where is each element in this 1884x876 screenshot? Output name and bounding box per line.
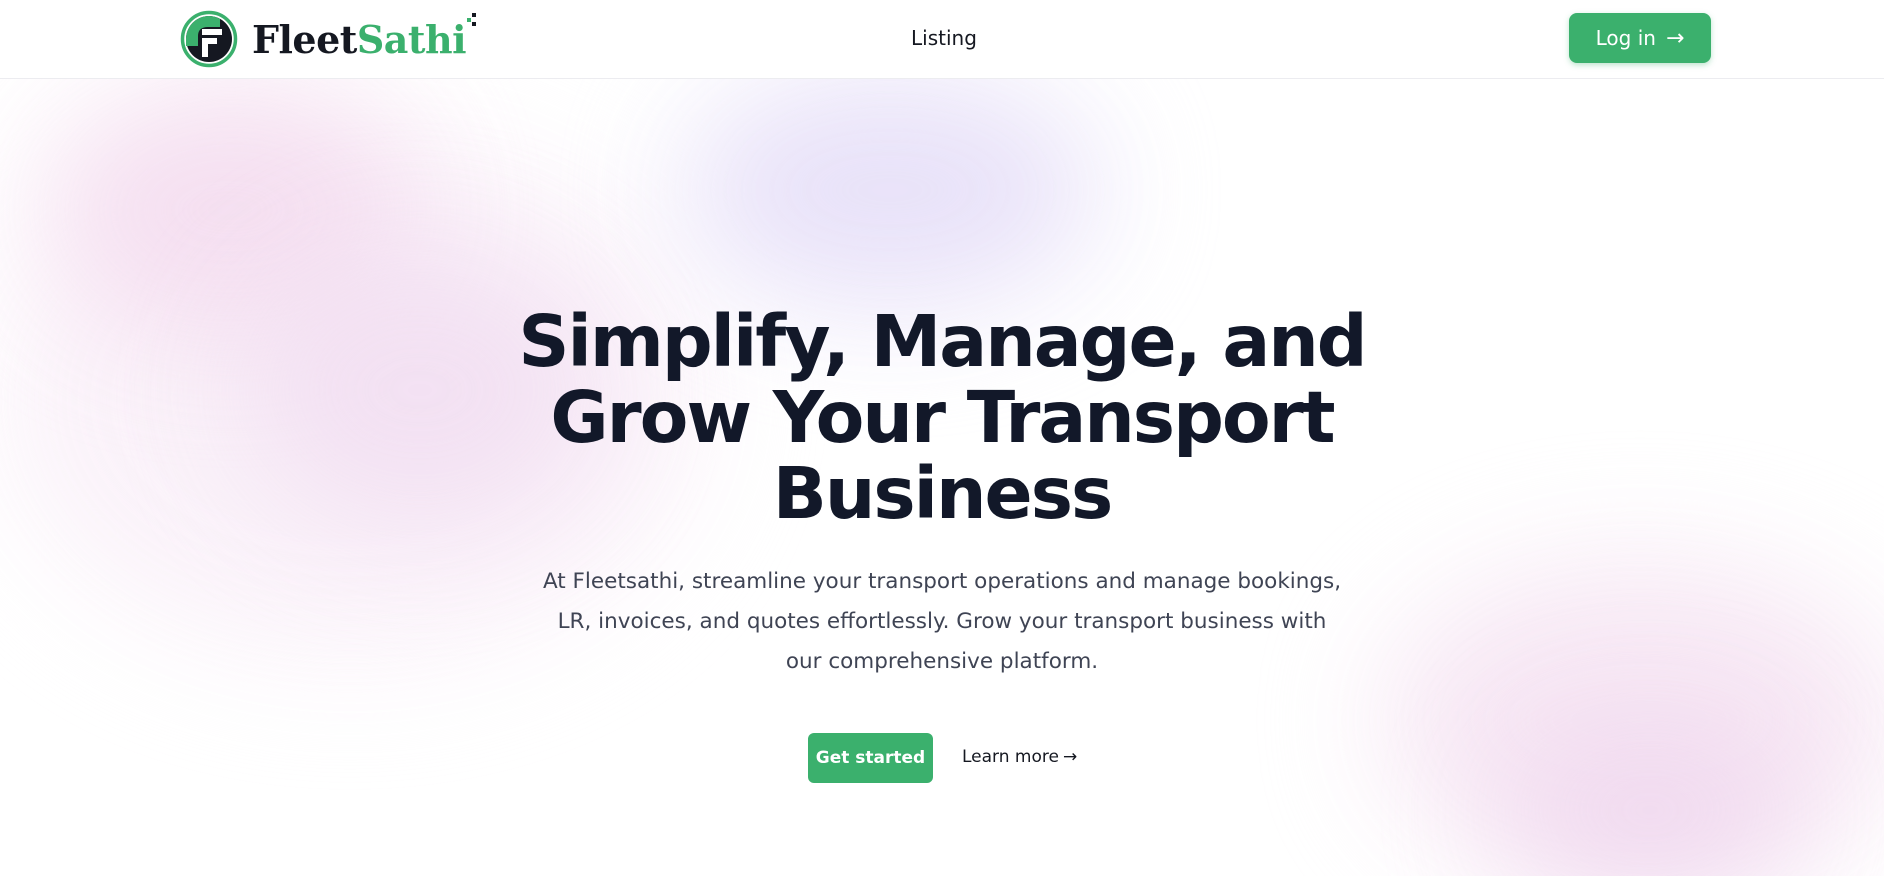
brand-name-part1: Fleet [252, 16, 357, 62]
nav-link-listing[interactable]: Listing [911, 26, 977, 50]
learn-more-label: Learn more [962, 747, 1059, 767]
arrow-right-icon: → [1665, 25, 1685, 51]
login-button-label: Log in [1595, 26, 1656, 50]
hero-subtitle: At Fleetsathi, streamline your transport… [542, 569, 1342, 674]
pixel-dots-icon [467, 12, 477, 26]
background-blob [1500, 720, 1800, 876]
brand-logo-link[interactable]: FleetSathi [180, 9, 477, 69]
site-header: FleetSathi Listing Log in → [0, 0, 1884, 79]
arrow-right-icon: → [1062, 747, 1078, 767]
brand-wordmark: FleetSathi [252, 12, 477, 62]
landing-page: FleetSathi Listing Log in → Simplify, Ma… [0, 0, 1884, 876]
get-started-button[interactable]: Get started [808, 733, 933, 783]
background-blob [680, 70, 1100, 310]
background-blob [40, 80, 420, 340]
login-button[interactable]: Log in → [1569, 13, 1711, 63]
fleetsathi-logo-icon [180, 10, 238, 68]
brand-name-part2: Sathi [356, 16, 467, 62]
learn-more-link[interactable]: Learn more → [962, 747, 1077, 767]
hero-title: Simplify, Manage, and Grow Your Transpor… [518, 300, 1367, 535]
background-blob [1380, 560, 1884, 876]
